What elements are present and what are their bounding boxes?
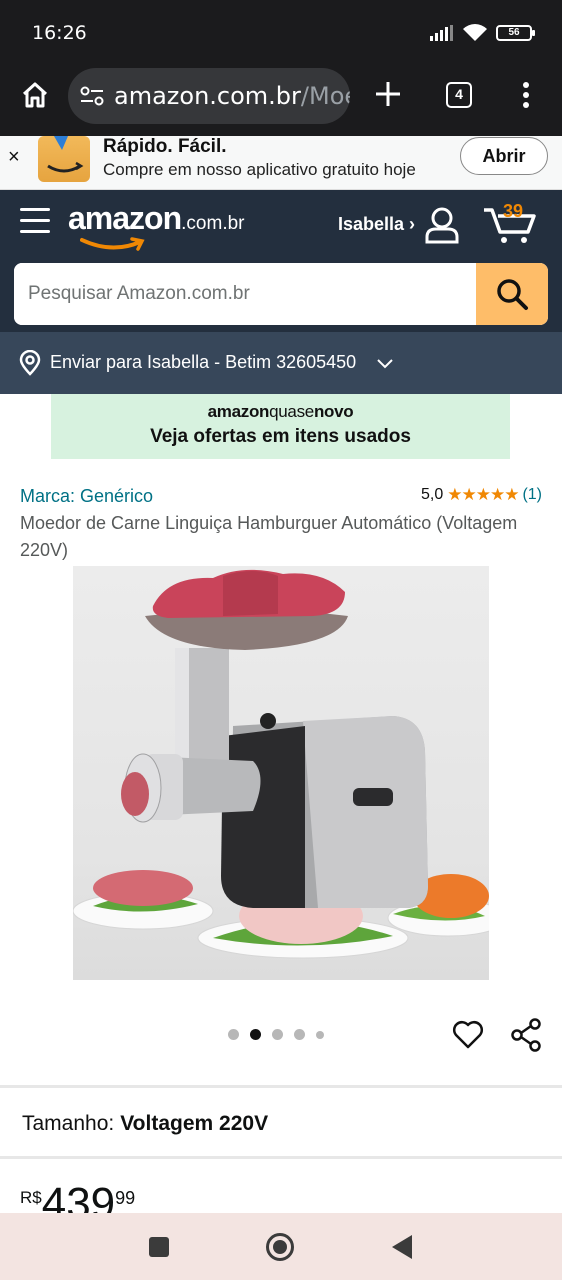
size-label: Tamanho: — [22, 1112, 115, 1135]
rating-value: 5,0 — [420, 486, 444, 503]
url-text: amazon.com.br/Moe — [114, 82, 350, 110]
share-icon[interactable] — [510, 1018, 542, 1052]
tabs-icon[interactable]: 4 — [446, 82, 472, 108]
recents-icon[interactable] — [149, 1237, 169, 1257]
android-nav-bar — [0, 1213, 562, 1280]
battery-icon: 56 — [496, 25, 535, 41]
star-rating-icon: ★★★★★ — [447, 485, 519, 504]
image-carousel-dots[interactable] — [228, 1029, 324, 1040]
search-button[interactable] — [476, 263, 548, 325]
carousel-dot[interactable] — [228, 1029, 239, 1040]
amazon-logo[interactable]: amazon.com.br — [68, 200, 245, 251]
heart-icon[interactable] — [452, 1019, 484, 1049]
browser-toolbar: amazon.com.br/Moe 4 — [0, 66, 562, 136]
carousel-dot[interactable] — [316, 1030, 324, 1039]
promo-text: Veja ofertas em itens usados — [150, 426, 411, 447]
section-divider — [0, 1156, 562, 1159]
promo-brand: amazonquasenovo — [207, 402, 354, 421]
url-domain: amazon.com.br — [114, 82, 301, 110]
quase-novo-promo[interactable]: amazonquasenovo Veja ofertas em itens us… — [51, 394, 510, 459]
carousel-dot[interactable] — [294, 1029, 305, 1040]
status-time: 16:26 — [32, 22, 87, 44]
delivery-text: Enviar para Isabella - Betim 32605450 — [50, 352, 357, 372]
home-icon[interactable] — [20, 80, 50, 110]
logo-text: amazon — [68, 200, 182, 236]
status-icons: 56 — [430, 24, 535, 42]
signal-icon — [430, 25, 453, 41]
search-icon — [497, 279, 528, 310]
banner-subtitle: Compre em nosso aplicativo gratuito hoje — [103, 160, 416, 179]
chevron-down-icon — [377, 359, 393, 369]
amazon-app-icon — [38, 136, 90, 182]
open-app-button[interactable]: Abrir — [460, 137, 548, 175]
home-nav-icon[interactable] — [266, 1233, 294, 1261]
banner-title: Rápido. Fácil. — [103, 136, 227, 157]
search-bar — [14, 263, 548, 325]
logo-smile-icon — [80, 237, 145, 251]
menu-icon[interactable] — [20, 208, 50, 236]
product-image[interactable] — [73, 566, 489, 980]
url-path: /Moe — [300, 82, 350, 110]
wifi-icon — [463, 24, 487, 41]
price-fraction: 99 — [115, 1188, 136, 1208]
delivery-location-bar[interactable]: Enviar para Isabella - Betim 32605450 — [0, 332, 562, 394]
tune-icon[interactable] — [80, 85, 104, 107]
size-value: Voltagem 220V — [120, 1112, 269, 1135]
more-vert-icon[interactable] — [516, 80, 536, 110]
location-pin-icon — [19, 350, 41, 376]
amazon-header: amazon.com.br Isabella › 39 — [0, 190, 562, 332]
account-icon[interactable] — [424, 206, 460, 244]
logo-suffix: .com.br — [181, 213, 245, 234]
url-bar[interactable]: amazon.com.br/Moe — [68, 68, 350, 124]
plus-icon[interactable] — [372, 78, 404, 110]
rating-summary[interactable]: 5,0 ★★★★★ (1) — [421, 485, 542, 505]
price-whole: 439 — [41, 1182, 116, 1214]
app-install-banner: × Rápido. Fácil. Compre em nosso aplicat… — [0, 136, 562, 190]
back-icon[interactable] — [392, 1235, 412, 1259]
account-link[interactable]: Isabella › — [338, 214, 415, 235]
banner-close-button[interactable]: × — [8, 146, 20, 169]
section-divider — [0, 1085, 562, 1088]
price-currency: R$ — [20, 1188, 42, 1207]
product-title: Moedor de Carne Linguiça Hamburguer Auto… — [20, 513, 518, 560]
brand-link[interactable]: Marca: Genérico — [20, 486, 153, 507]
carousel-dot[interactable] — [272, 1029, 283, 1040]
cart-count: 39 — [503, 201, 524, 221]
carousel-dot-active[interactable] — [250, 1029, 261, 1040]
status-bar: 16:26 56 — [0, 0, 562, 66]
search-input[interactable] — [14, 263, 476, 325]
product-price: R$43999 — [20, 1182, 220, 1214]
size-selector[interactable]: Tamanho: Voltagem 220V — [22, 1112, 268, 1136]
rating-count[interactable]: (1) — [522, 486, 542, 504]
